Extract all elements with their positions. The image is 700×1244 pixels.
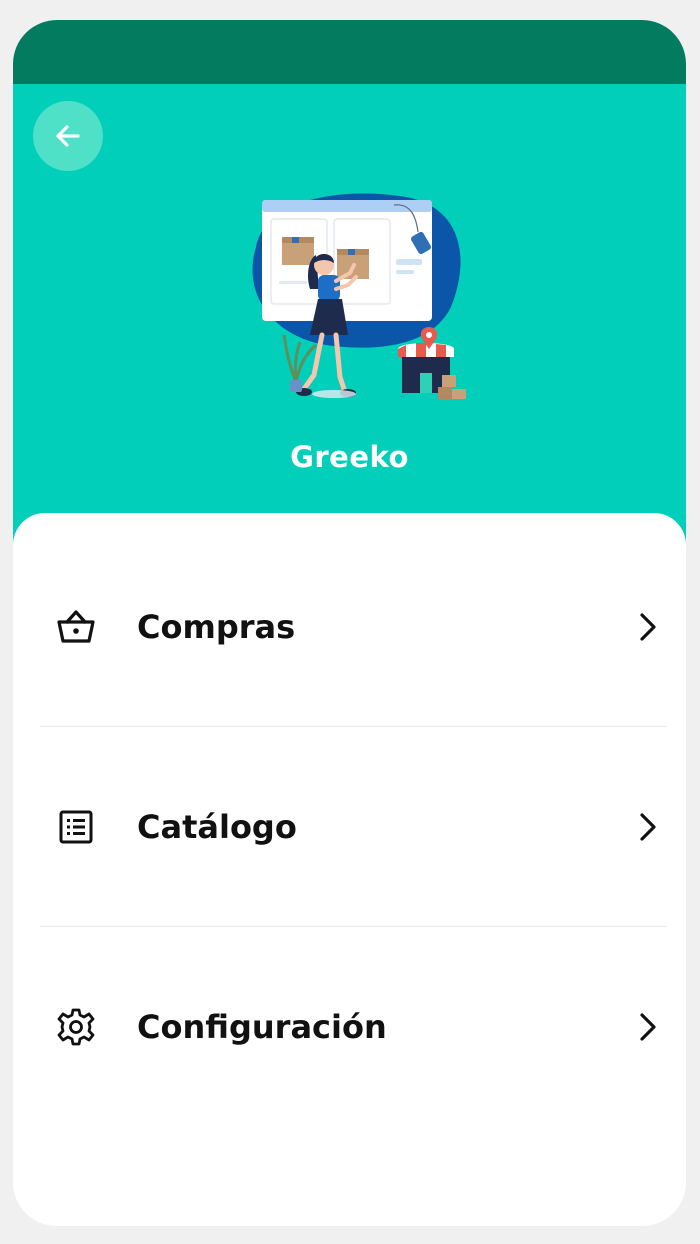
store-header: Greeko — [13, 84, 686, 554]
store-name: Greeko — [290, 440, 409, 474]
menu-item-label: Configuración — [137, 1008, 387, 1046]
basket-icon — [54, 605, 98, 649]
menu-sheet: Compras Catálogo Configuración — [13, 513, 686, 1226]
menu-item-catalogo[interactable]: Catálogo — [40, 727, 666, 927]
menu-item-compras[interactable]: Compras — [40, 527, 666, 727]
menu-item-label: Catálogo — [137, 808, 297, 846]
phone-screen: Greeko Compras Catálogo Configuración — [13, 20, 686, 1226]
menu-item-configuracion[interactable]: Configuración — [40, 927, 666, 1127]
chevron-right-icon — [634, 811, 662, 843]
store-illustration — [252, 193, 466, 399]
gear-icon — [54, 1005, 98, 1049]
back-button[interactable] — [33, 101, 103, 171]
arrow-left-icon — [56, 125, 80, 147]
status-bar — [13, 20, 686, 84]
chevron-right-icon — [634, 611, 662, 643]
chevron-right-icon — [634, 1011, 662, 1043]
list-icon — [54, 805, 98, 849]
menu-item-label: Compras — [137, 608, 296, 646]
